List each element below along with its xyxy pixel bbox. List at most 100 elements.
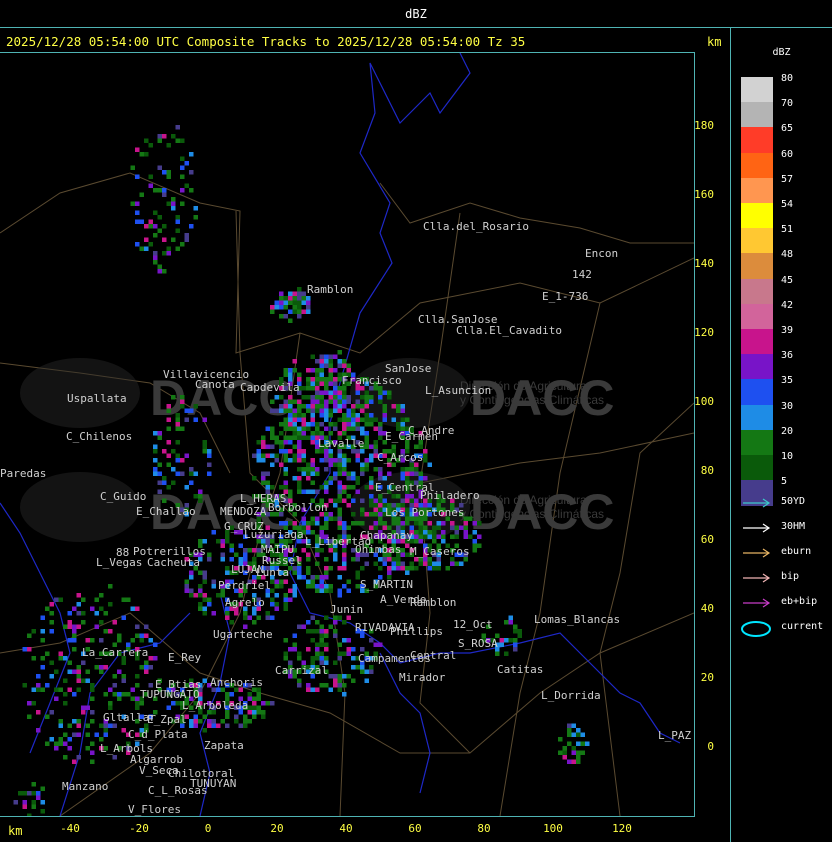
radar-echo-cell bbox=[450, 561, 455, 566]
radar-echo-cell bbox=[171, 480, 176, 485]
radar-echo-cell bbox=[288, 489, 293, 494]
radar-echo-cell bbox=[288, 296, 293, 301]
radar-echo-cell bbox=[220, 543, 225, 548]
radar-echo-cell bbox=[27, 791, 32, 796]
radar-echo-cell bbox=[36, 683, 41, 688]
radar-echo-cell bbox=[189, 224, 194, 229]
radar-echo-cell bbox=[319, 413, 324, 418]
legend-swatch bbox=[741, 127, 773, 154]
radar-echo-cell bbox=[117, 696, 122, 701]
radar-echo-cell bbox=[18, 791, 23, 796]
radar-echo-cell bbox=[301, 449, 306, 454]
radar-map[interactable]: DACC DACC DACC DACC Dirección de Agricul… bbox=[0, 53, 694, 816]
radar-echo-cell bbox=[400, 561, 405, 566]
radar-echo-cell bbox=[279, 579, 284, 584]
radar-echo-cell bbox=[441, 521, 446, 526]
radar-echo-cell bbox=[315, 377, 320, 382]
radar-echo-cell bbox=[328, 584, 333, 589]
radar-echo-cell bbox=[441, 534, 446, 539]
radar-echo-cell bbox=[157, 489, 162, 494]
radar-echo-cell bbox=[162, 251, 167, 256]
radar-echo-cell bbox=[319, 530, 324, 535]
radar-echo-cell bbox=[67, 638, 72, 643]
radar-echo-cell bbox=[297, 453, 302, 458]
radar-echo-cell bbox=[576, 759, 581, 764]
radar-echo-cell bbox=[346, 458, 351, 463]
radar-echo-cell bbox=[198, 593, 203, 598]
radar-echo-cell bbox=[436, 525, 441, 530]
radar-echo-cell bbox=[153, 458, 158, 463]
radar-echo-cell bbox=[198, 719, 203, 724]
radar-echo-cell bbox=[36, 795, 41, 800]
radar-echo-cell bbox=[328, 512, 333, 517]
radar-echo-cell bbox=[378, 476, 383, 481]
radar-echo-cell bbox=[148, 242, 153, 247]
radar-echo-cell bbox=[36, 728, 41, 733]
map-bottom-border bbox=[0, 816, 695, 817]
radar-echo-cell bbox=[333, 552, 338, 557]
radar-echo-cell bbox=[171, 134, 176, 139]
place-label: L_Asuncion bbox=[425, 384, 491, 397]
radar-echo-cell bbox=[292, 300, 297, 305]
radar-echo-cell bbox=[315, 386, 320, 391]
radar-echo-cell bbox=[171, 701, 176, 706]
radar-echo-cell bbox=[283, 417, 288, 422]
radar-echo-cell bbox=[324, 426, 329, 431]
radar-echo-cell bbox=[297, 458, 302, 463]
radar-echo-cell bbox=[175, 422, 180, 427]
radar-echo-cell bbox=[328, 390, 333, 395]
radar-echo-cell bbox=[342, 404, 347, 409]
radar-echo-cell bbox=[328, 548, 333, 553]
radar-echo-cell bbox=[270, 399, 275, 404]
radar-echo-cell bbox=[63, 701, 68, 706]
place-label: C_Chilenos bbox=[66, 430, 132, 443]
radar-echo-cell bbox=[342, 584, 347, 589]
radar-echo-cell bbox=[175, 440, 180, 445]
radar-echo-cell bbox=[283, 449, 288, 454]
radar-echo-cell bbox=[342, 638, 347, 643]
y-tick-label: 160 bbox=[694, 188, 714, 201]
radar-echo-cell bbox=[400, 498, 405, 503]
legend-swatch bbox=[741, 404, 773, 431]
radar-echo-cell bbox=[382, 408, 387, 413]
radar-echo-cell bbox=[382, 557, 387, 562]
radar-echo-cell bbox=[405, 444, 410, 449]
radar-echo-cell bbox=[378, 494, 383, 499]
radar-echo-cell bbox=[306, 395, 311, 400]
radar-echo-cell bbox=[333, 516, 338, 521]
radar-echo-cell bbox=[337, 431, 342, 436]
radar-echo-cell bbox=[508, 638, 513, 643]
radar-echo-cell bbox=[261, 453, 266, 458]
radar-echo-cell bbox=[297, 570, 302, 575]
radar-echo-cell bbox=[315, 629, 320, 634]
radar-echo-cell bbox=[270, 602, 275, 607]
radar-echo-cell bbox=[297, 683, 302, 688]
radar-echo-cell bbox=[72, 669, 77, 674]
radar-echo-cell bbox=[351, 498, 356, 503]
radar-echo-cell bbox=[292, 368, 297, 373]
track-label: eb+bip bbox=[781, 596, 818, 607]
chart-title: dBZ bbox=[405, 7, 427, 21]
radar-echo-cell bbox=[153, 224, 158, 229]
radar-echo-cell bbox=[261, 444, 266, 449]
radar-echo-cell bbox=[342, 458, 347, 463]
radar-echo-cell bbox=[333, 498, 338, 503]
place-label: Capdevila bbox=[240, 381, 300, 394]
radar-echo-cell bbox=[306, 647, 311, 652]
radar-echo-cell bbox=[373, 561, 378, 566]
radar-echo-cell bbox=[468, 516, 473, 521]
radar-echo-cell bbox=[360, 521, 365, 526]
radar-echo-cell bbox=[315, 489, 320, 494]
radar-echo-cell bbox=[247, 692, 252, 697]
radar-echo-cell bbox=[319, 656, 324, 661]
radar-echo-cell bbox=[414, 539, 419, 544]
radar-echo-cell bbox=[369, 399, 374, 404]
radar-echo-cell bbox=[580, 741, 585, 746]
place-label: Lomas_Blancas bbox=[534, 613, 620, 626]
radar-echo-cell bbox=[31, 804, 36, 809]
place-label: C_L_Rosas bbox=[148, 784, 208, 797]
radar-echo-cell bbox=[387, 557, 392, 562]
radar-echo-cell bbox=[202, 714, 207, 719]
radar-echo-cell bbox=[315, 656, 320, 661]
radar-echo-cell bbox=[324, 485, 329, 490]
